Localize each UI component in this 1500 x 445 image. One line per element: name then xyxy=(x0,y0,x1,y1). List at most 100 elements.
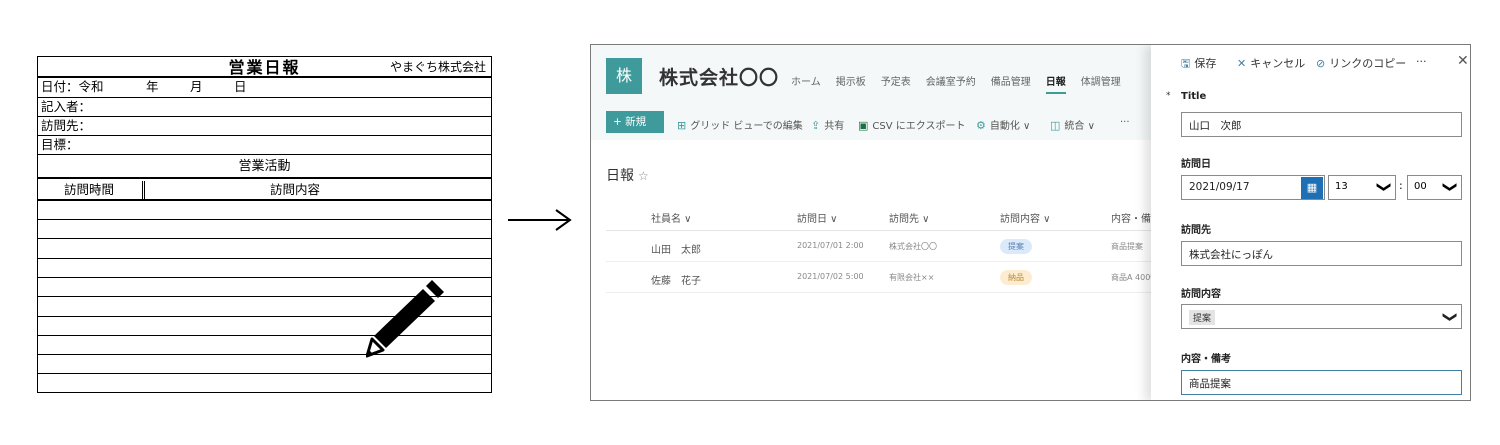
form-blank-row xyxy=(38,374,491,392)
nav-item-equipment[interactable]: 備品管理 xyxy=(991,73,1031,88)
site-header: 株 株式会社〇〇 ホーム 掲示板 予定表 会議室予約 備品管理 日報 体調管理 xyxy=(591,45,1151,107)
cell-visit-date: 2021/07/02 5:00 xyxy=(797,272,864,281)
hour-select[interactable]: 13 ❯ xyxy=(1328,175,1396,200)
csv-export-button[interactable]: ▣ CSV にエクスポート xyxy=(858,117,965,132)
command-bar: + 新規 ⊞ グリッド ビューでの編集 ⇪ 共有 ▣ CSV にエクスポート ⚙ 自動化… xyxy=(591,107,1151,140)
integrate-button[interactable]: ◫ 統合 ∨ xyxy=(1050,117,1095,132)
calendar-icon[interactable]: ▦ xyxy=(1301,177,1323,199)
form-blank-row xyxy=(38,239,491,259)
save-button[interactable]: 🖫 保存 xyxy=(1181,55,1216,74)
visit-content-label: 訪問内容 xyxy=(1181,289,1221,300)
form-visit-label: 訪問先： xyxy=(41,118,92,133)
grid-icon: ⊞ xyxy=(677,119,687,132)
form-column-divider-2 xyxy=(144,181,145,199)
form-column-divider xyxy=(142,181,143,199)
title-label: Title xyxy=(1181,91,1207,102)
visit-place-label: 訪問先 xyxy=(1181,225,1211,236)
form-blank-row xyxy=(38,201,491,220)
copy-link-label: リンクのコピー xyxy=(1329,57,1407,70)
star-icon[interactable]: ☆ xyxy=(638,169,649,183)
arrow-right-icon xyxy=(508,209,572,231)
site-title[interactable]: 株式会社〇〇 xyxy=(659,63,779,90)
chevron-down-icon: ❯ xyxy=(1442,311,1459,323)
note-label: 内容・備考 xyxy=(1181,354,1231,365)
automate-button[interactable]: ⚙ 自動化 ∨ xyxy=(976,117,1030,132)
note-input[interactable]: 商品提案 xyxy=(1181,370,1462,395)
cancel-label: キャンセル xyxy=(1250,57,1306,70)
link-icon: ⊘ xyxy=(1316,57,1326,70)
table-row[interactable]: 山田 太郎 2021/07/01 2:00 株式会社〇〇 提案 商品提案 xyxy=(606,232,1151,262)
nav-item-daily-report[interactable]: 日報 xyxy=(1045,73,1066,94)
automate-icon: ⚙ xyxy=(976,119,986,132)
form-day-label: 日 xyxy=(234,79,247,94)
form-col-time: 訪問時間 xyxy=(64,182,115,197)
close-icon[interactable]: ✕ xyxy=(1457,53,1469,69)
minute-select[interactable]: 00 ❯ xyxy=(1407,175,1462,200)
form-company: やまぐち株式会社 xyxy=(389,60,486,74)
cancel-icon: ✕ xyxy=(1237,57,1247,70)
cell-visit-content-pill: 提案 xyxy=(1000,239,1032,254)
column-header-visit-date[interactable]: 訪問日 ∨ xyxy=(797,210,838,225)
nav-item-health[interactable]: 体調管理 xyxy=(1081,73,1121,88)
sharepoint-window: 株 株式会社〇〇 ホーム 掲示板 予定表 会議室予約 備品管理 日報 体調管理 … xyxy=(590,44,1471,401)
cell-visit-content-pill: 納品 xyxy=(1000,270,1032,285)
cell-note: 商品提案 xyxy=(1111,242,1143,251)
list-header: 社員名 ∨ 訪問日 ∨ 訪問先 ∨ 訪問内容 ∨ 内容・備考 xyxy=(606,205,1161,231)
table-row[interactable]: 佐藤 花子 2021/07/02 5:00 有限会社×× 納品 商品A 400個 xyxy=(606,263,1158,293)
required-mark: * xyxy=(1166,91,1171,101)
automate-label: 自動化 ∨ xyxy=(989,121,1031,132)
chevron-down-icon: ❯ xyxy=(1442,181,1459,193)
nav-item-home[interactable]: ホーム xyxy=(791,73,821,88)
site-logo[interactable]: 株 xyxy=(606,58,642,94)
save-icon: 🖫 xyxy=(1181,57,1191,70)
share-label: 共有 xyxy=(824,121,845,132)
column-header-employee[interactable]: 社員名 ∨ xyxy=(651,210,692,225)
form-goal-row: 目標： xyxy=(38,136,491,155)
form-blank-row xyxy=(38,220,491,239)
time-separator: : xyxy=(1399,179,1403,192)
title-input[interactable]: 山口 次郎 xyxy=(1181,112,1462,137)
visit-date-label: 訪問日 xyxy=(1181,159,1211,170)
site-navigation: ホーム 掲示板 予定表 会議室予約 備品管理 日報 体調管理 xyxy=(791,73,1136,94)
nav-item-room-booking[interactable]: 会議室予約 xyxy=(926,73,976,88)
pencil-icon xyxy=(366,280,444,358)
form-writer-row: 記入者： xyxy=(38,98,491,117)
form-writer-label: 記入者： xyxy=(41,99,92,114)
share-icon: ⇪ xyxy=(811,119,821,132)
cell-employee: 山田 太郎 xyxy=(651,245,701,256)
nav-item-calendar[interactable]: 予定表 xyxy=(881,73,911,88)
cell-visit-place: 有限会社×× xyxy=(889,273,935,282)
form-section-label: 営業活動 xyxy=(238,159,291,174)
grid-edit-button[interactable]: ⊞ グリッド ビューでの編集 xyxy=(677,117,803,132)
list-title: 日報 ☆ xyxy=(606,165,649,185)
more-commands-button[interactable]: ··· xyxy=(1120,117,1130,128)
cell-visit-date: 2021/07/01 2:00 xyxy=(797,241,864,250)
visit-content-tag: 提案 xyxy=(1189,310,1216,325)
csv-export-label: CSV にエクスポート xyxy=(872,121,966,132)
form-section-row: 営業活動 xyxy=(38,155,491,179)
hour-value: 13 xyxy=(1335,181,1348,192)
column-header-visit-place[interactable]: 訪問先 ∨ xyxy=(889,210,930,225)
chevron-down-icon: ❯ xyxy=(1376,181,1393,193)
form-month-label: 月 xyxy=(190,79,203,94)
save-label: 保存 xyxy=(1194,57,1217,70)
cell-employee: 佐藤 花子 xyxy=(651,276,701,287)
form-col-content: 訪問内容 xyxy=(270,182,321,197)
column-header-visit-content[interactable]: 訪問内容 ∨ xyxy=(1000,210,1051,225)
nav-item-board[interactable]: 掲示板 xyxy=(836,73,866,88)
form-date-row: 日付：令和 年 月 日 xyxy=(38,78,491,98)
integrate-icon: ◫ xyxy=(1050,119,1061,132)
copy-link-button[interactable]: ⊘ リンクのコピー xyxy=(1316,55,1406,71)
list-title-text: 日報 xyxy=(606,168,634,184)
cancel-button[interactable]: ✕ キャンセル xyxy=(1237,55,1305,71)
form-goal-label: 目標： xyxy=(41,137,79,152)
integrate-label: 統合 ∨ xyxy=(1064,121,1095,132)
visit-content-select[interactable]: 提案 ❯ xyxy=(1181,304,1462,329)
edit-panel: 🖫 保存 ✕ キャンセル ⊘ リンクのコピー ··· ✕ * Title 山口 次郎 … xyxy=(1151,45,1470,400)
new-button[interactable]: + 新規 xyxy=(606,111,664,133)
form-visit-row: 訪問先： xyxy=(38,117,491,136)
share-button[interactable]: ⇪ 共有 xyxy=(811,117,844,132)
more-options-button[interactable]: ··· xyxy=(1416,55,1427,68)
form-year-label: 年 xyxy=(146,79,159,94)
visit-place-input[interactable]: 株式会社にっぽん xyxy=(1181,241,1462,266)
